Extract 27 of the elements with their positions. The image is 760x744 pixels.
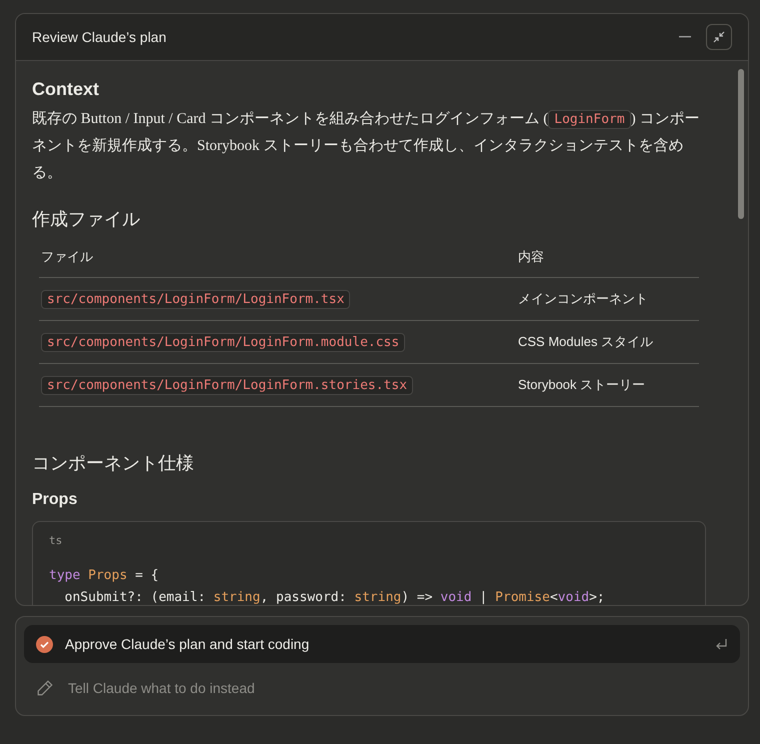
approve-option[interactable]: Approve Claude’s plan and start coding [24, 625, 740, 663]
enter-key-icon [714, 637, 728, 651]
table-cell-text: CSS Modules スタイル [518, 333, 654, 351]
subsection-heading: Props [32, 491, 78, 509]
column-header: ファイル [41, 248, 94, 266]
code-language: ts [49, 534, 64, 547]
file-path: src/components/LoginForm/LoginForm.tsx [41, 290, 350, 309]
section-heading: 作成ファイル [32, 208, 141, 231]
instruction-option[interactable]: Tell Claude what to do instead [24, 669, 740, 707]
collapse-button[interactable] [706, 24, 732, 50]
file-path: src/components/LoginForm/LoginForm.stories.tsx [41, 376, 414, 395]
minus-icon [679, 36, 691, 38]
code-line: onSubmit?: (email: string, password: string) => void | Promise<void>; [64, 589, 606, 605]
window-title: Review Claude’s plan [32, 29, 168, 45]
section-heading: Context [32, 79, 100, 100]
collapse-arrows-icon [713, 31, 725, 43]
pencil-icon [36, 679, 54, 697]
section-heading: コンポーネント仕様 [32, 452, 195, 475]
table-cell-text: Storybook ストーリー [518, 376, 646, 394]
column-header: 内容 [518, 248, 545, 266]
check-circle-icon [36, 636, 53, 652]
context-paragraph: 既存の Button / Input / Card コンポーネントを組み合わせたログインフォーム ( LoginForm ) コンポーネントを新規作成する。Storybook ストーリーも合わせて作成し、インタラクションテストを含める。 [32, 109, 700, 183]
file-path: src/components/LoginForm/LoginForm.module.css [41, 333, 406, 352]
table-cell-text: メインコンポーネント [518, 290, 649, 308]
scrollbar-thumb[interactable] [738, 69, 744, 219]
instruction-field[interactable]: Tell Claude what to do instead [66, 679, 728, 697]
code-line: type Props = { [49, 567, 160, 585]
